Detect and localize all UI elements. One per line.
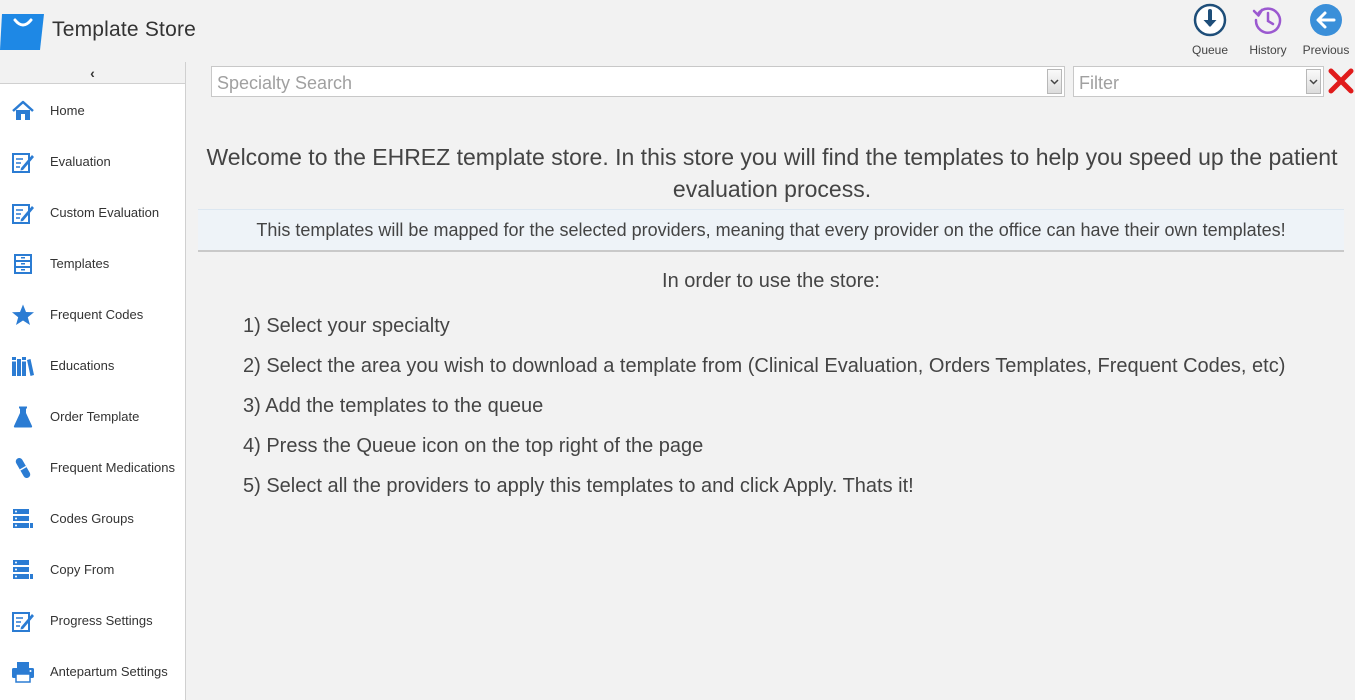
specialty-search-placeholder: Specialty Search xyxy=(217,73,353,93)
instruction-step: 5) Select all the providers to apply thi… xyxy=(243,475,914,497)
edit-form-icon xyxy=(11,609,35,633)
provider-mapping-notice: This templates will be mapped for the se… xyxy=(198,209,1344,252)
flask-icon xyxy=(11,405,35,429)
clear-filter-icon[interactable] xyxy=(1327,67,1355,95)
history-label: History xyxy=(1249,43,1287,57)
back-arrow-icon xyxy=(1310,4,1342,36)
specialty-search-dropdown-button[interactable] xyxy=(1047,69,1062,94)
instruction-step: 1) Select your specialty xyxy=(243,315,450,337)
sidebar-item-home[interactable]: Home xyxy=(0,85,185,136)
top-actions: Queue History Previous xyxy=(1181,0,1355,62)
queue-label: Queue xyxy=(1191,43,1229,57)
previous-button[interactable]: Previous xyxy=(1297,0,1355,62)
notice-text: This templates will be mapped for the se… xyxy=(256,219,1286,240)
sidebar-collapse-button[interactable]: ‹ xyxy=(0,62,186,84)
history-button[interactable]: History xyxy=(1239,0,1297,62)
sidebar-item-codes-groups[interactable]: Codes Groups xyxy=(0,493,185,544)
instructions-heading: In order to use the store: xyxy=(662,270,880,292)
printer-icon xyxy=(11,660,35,684)
edit-form-icon xyxy=(11,150,35,174)
instruction-step: 2) Select the area you wish to download … xyxy=(243,355,1286,377)
star-icon xyxy=(11,303,35,327)
filter-combobox[interactable]: Filter xyxy=(1073,66,1324,97)
sidebar-item-label: Order Template xyxy=(50,409,140,424)
app-title: Template Store xyxy=(52,18,197,41)
sidebar-item-order-template[interactable]: Order Template xyxy=(0,391,185,442)
sidebar-item-label: Codes Groups xyxy=(50,511,134,526)
sidebar-item-label: Antepartum Settings xyxy=(50,664,168,679)
sidebar-item-templates[interactable]: Templates xyxy=(0,238,185,289)
queue-download-icon xyxy=(1193,3,1227,37)
sidebar-item-label: Copy From xyxy=(50,562,115,577)
server-stack-icon xyxy=(11,507,35,531)
books-icon xyxy=(11,354,35,378)
server-stack-icon xyxy=(11,558,35,582)
sidebar-item-copy-from[interactable]: Copy From xyxy=(0,544,185,595)
instructions-list: 1) Select your specialty 2) Select the a… xyxy=(243,312,1323,512)
filter-dropdown-button[interactable] xyxy=(1306,69,1321,94)
chevron-down-icon xyxy=(1309,78,1318,85)
history-icon xyxy=(1252,7,1282,34)
file-cabinet-icon xyxy=(11,252,35,276)
instruction-step: 3) Add the templates to the queue xyxy=(243,395,544,417)
welcome-text: Welcome to the EHREZ template store. In … xyxy=(206,144,1338,202)
sidebar-nav: Home Evaluation Custom Evaluation Templa… xyxy=(0,85,185,697)
sidebar-item-label: Educations xyxy=(50,358,115,373)
sidebar-item-label: Evaluation xyxy=(50,154,111,169)
sidebar-item-label: Progress Settings xyxy=(50,613,153,628)
sidebar-item-label: Frequent Codes xyxy=(50,307,144,322)
sidebar-item-frequent-codes[interactable]: Frequent Codes xyxy=(0,289,185,340)
sidebar-item-custom-evaluation[interactable]: Custom Evaluation xyxy=(0,187,185,238)
home-icon xyxy=(11,99,35,123)
pill-icon xyxy=(11,456,35,480)
sidebar-item-educations[interactable]: Educations xyxy=(0,340,185,391)
instruction-step: 4) Press the Queue icon on the top right… xyxy=(243,435,704,457)
chevron-down-icon xyxy=(1050,78,1059,85)
header: Template Store Queue History Previous xyxy=(0,0,1355,62)
queue-button[interactable]: Queue xyxy=(1181,0,1239,62)
specialty-search-combobox[interactable]: Specialty Search xyxy=(211,66,1065,97)
shopping-bag-logo-icon xyxy=(0,14,44,50)
filter-placeholder: Filter xyxy=(1079,73,1119,93)
sidebar-item-frequent-medications[interactable]: Frequent Medications xyxy=(0,442,185,493)
sidebar-item-label: Home xyxy=(50,103,85,118)
edit-form-icon xyxy=(11,201,35,225)
previous-label: Previous xyxy=(1302,43,1350,57)
sidebar-item-label: Frequent Medications xyxy=(50,460,176,475)
sidebar-item-progress-settings[interactable]: Progress Settings xyxy=(0,595,185,646)
sidebar-item-evaluation[interactable]: Evaluation xyxy=(0,136,185,187)
sidebar-item-label: Custom Evaluation xyxy=(50,205,160,220)
template-store-app: Template Store Queue History Previous ‹ … xyxy=(0,0,1355,700)
chevron-left-icon: ‹ xyxy=(90,64,95,81)
sidebar-item-antepartum-settings[interactable]: Antepartum Settings xyxy=(0,646,185,697)
sidebar-item-label: Templates xyxy=(50,256,110,271)
